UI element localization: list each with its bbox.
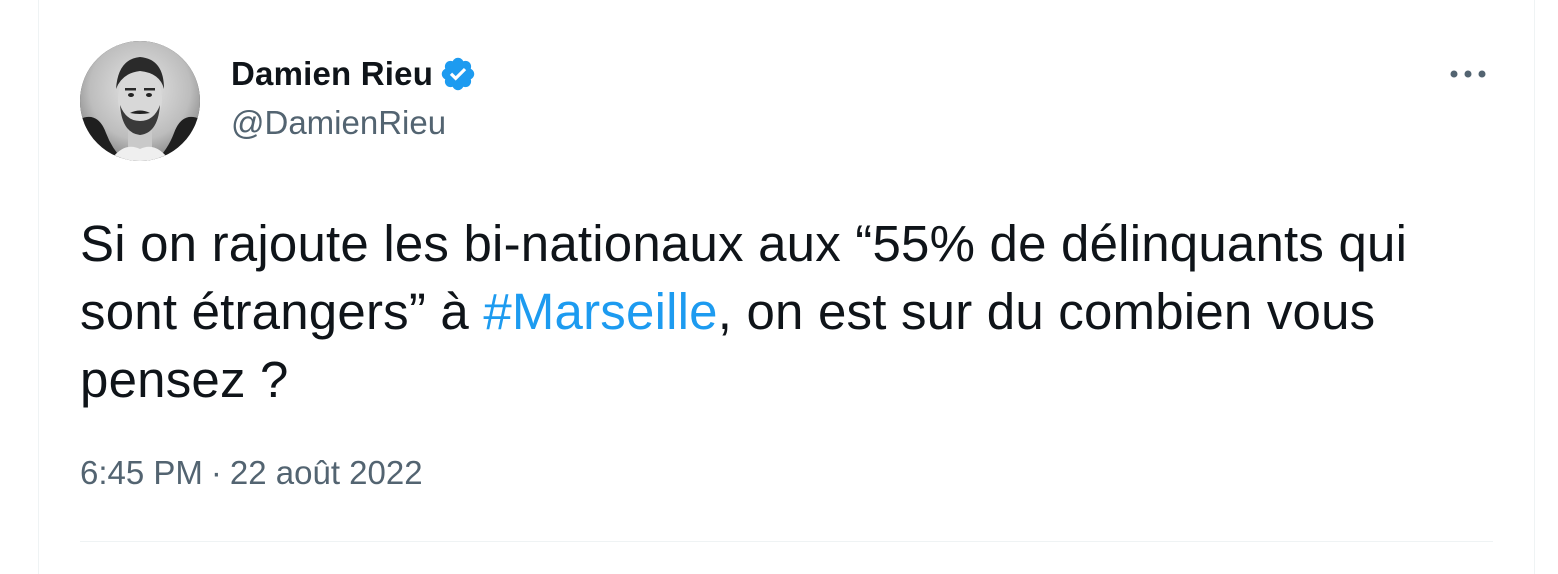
meta-separator: ·	[210, 454, 222, 491]
tweet-metadata: 6:45 PM · 22 août 2022	[80, 454, 423, 492]
hashtag-link[interactable]: #Marseille	[483, 283, 717, 340]
tweet-text: Si on rajoute les bi-nationaux aux “55% …	[80, 210, 1480, 414]
display-name-row: Damien Rieu	[231, 52, 477, 96]
author-block: Damien Rieu @DamienRieu	[231, 52, 477, 142]
display-name[interactable]: Damien Rieu	[231, 55, 433, 93]
more-options-icon[interactable]	[1446, 56, 1490, 92]
avatar[interactable]	[80, 41, 200, 161]
avatar-image	[80, 41, 200, 161]
handle[interactable]: @DamienRieu	[231, 104, 477, 142]
tweet-time[interactable]: 6:45 PM	[80, 454, 203, 492]
verified-badge-icon[interactable]	[439, 55, 477, 93]
divider	[80, 541, 1493, 542]
tweet-date[interactable]: 22 août 2022	[230, 454, 423, 492]
tweet-card: Damien Rieu @DamienRieu Si on rajoute le…	[38, 0, 1535, 574]
